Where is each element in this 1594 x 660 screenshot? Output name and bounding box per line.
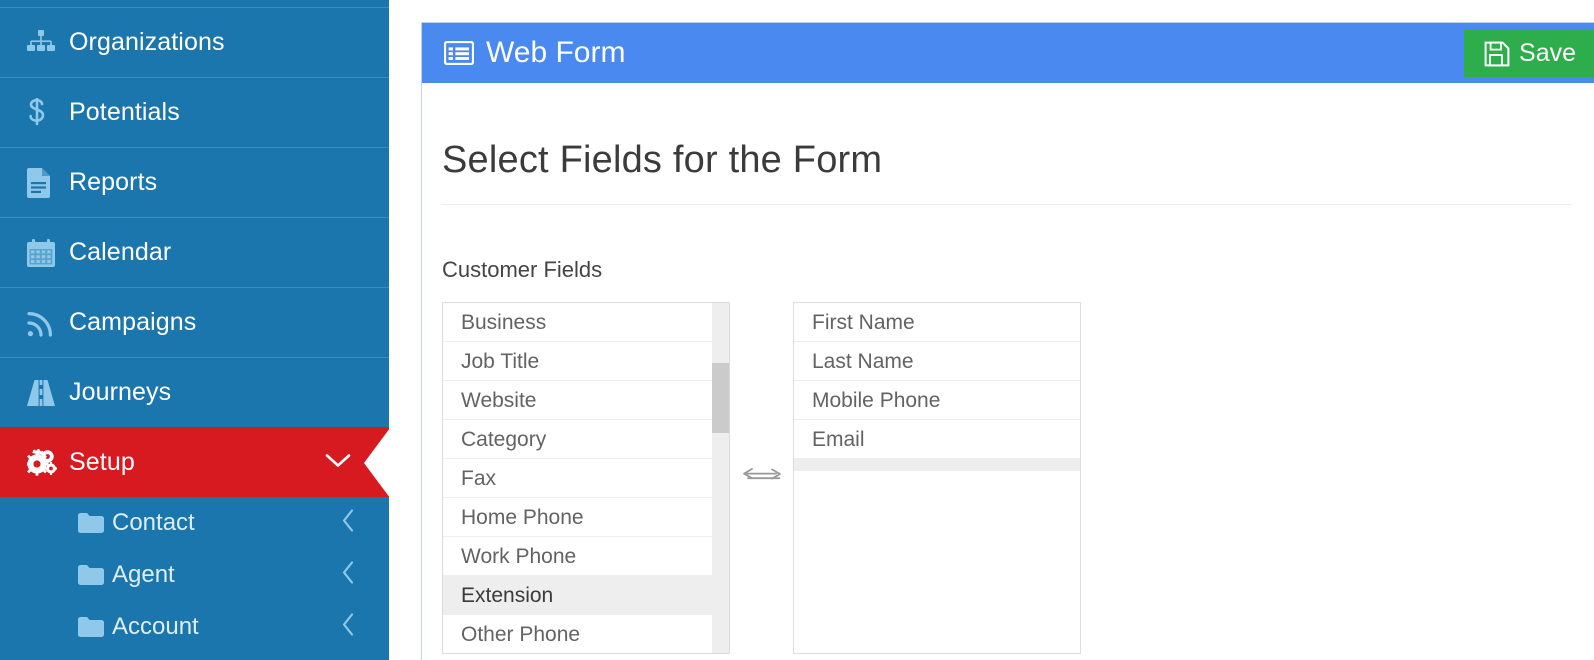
sidebar-item-journeys[interactable]: Journeys [0, 357, 389, 427]
selected-fields-listbox[interactable]: First Name Last Name Mobile Phone Email [793, 302, 1081, 654]
list-item[interactable]: Category [443, 420, 729, 459]
sidebar-item-calendar[interactable]: Calendar [0, 217, 389, 287]
active-indicator-notch [364, 428, 389, 498]
section-heading: Select Fields for the Form [442, 139, 883, 181]
sidebar-item-campaigns[interactable]: Campaigns [0, 287, 389, 357]
folder-icon [78, 565, 112, 585]
chevron-left-icon[interactable] [341, 509, 355, 538]
list-item[interactable]: Email [794, 420, 1080, 459]
calendar-icon [27, 238, 69, 267]
dollar-icon [27, 97, 69, 128]
chevron-left-icon[interactable] [341, 561, 355, 590]
swap-fields-button[interactable] [730, 302, 793, 654]
drop-placeholder [794, 459, 1080, 471]
sidebar-item-contact[interactable]: Contact [0, 497, 389, 549]
gears-icon [27, 448, 69, 477]
list-item[interactable]: Business [443, 303, 729, 342]
heading-divider [442, 204, 1572, 205]
sidebar-item-label: Journeys [69, 378, 172, 406]
sidebar-subitem-label: Account [112, 613, 199, 640]
sidebar: Organizations Potentials Reports Calenda… [0, 0, 389, 660]
selected-fields-rows: First Name Last Name Mobile Phone Email [794, 303, 1080, 653]
chevron-down-icon[interactable] [325, 452, 351, 473]
list-item[interactable]: Extension [443, 576, 729, 615]
save-button-label: Save [1519, 39, 1576, 67]
sidebar-item-setup[interactable]: Setup [0, 427, 389, 498]
content-panel: Web Form Save Select Fields for the Form… [421, 22, 1594, 660]
available-fields-rows: Business Job Title Website Category Fax Home … [443, 303, 729, 653]
save-button[interactable]: Save [1464, 30, 1594, 77]
dual-listbox: Business Job Title Website Category Fax Home … [442, 302, 1572, 654]
list-item[interactable]: Job Title [443, 342, 729, 381]
sidebar-item-label: Campaigns [69, 308, 197, 336]
panel-header: Web Form Save [422, 23, 1594, 83]
list-item[interactable]: Fax [443, 459, 729, 498]
rss-icon [27, 309, 69, 337]
chevron-left-icon[interactable] [341, 613, 355, 642]
sidebar-item-account[interactable]: Account [0, 601, 389, 653]
sidebar-subitem-label: Contact [112, 509, 195, 536]
sidebar-item-reports[interactable]: Reports [0, 147, 389, 217]
sidebar-item-agent[interactable]: Agent [0, 549, 389, 601]
road-icon [27, 379, 69, 406]
list-item[interactable]: Mobile Phone [794, 381, 1080, 420]
scrollbar-thumb[interactable] [712, 362, 729, 433]
list-item[interactable]: Last Name [794, 342, 1080, 381]
sidebar-subitem-label: Agent [112, 561, 175, 588]
sidebar-item-label: Organizations [69, 28, 225, 56]
page-title: Web Form [486, 36, 626, 69]
list-item[interactable]: Other Phone [443, 615, 729, 653]
sidebar-item-organizations[interactable]: Organizations [0, 7, 389, 77]
available-fields-listbox[interactable]: Business Job Title Website Category Fax Home … [442, 302, 730, 654]
sitemap-icon [27, 29, 69, 56]
list-item[interactable]: Work Phone [443, 537, 729, 576]
folder-icon [78, 617, 112, 637]
sidebar-item-label: Calendar [69, 238, 172, 266]
available-fields-scrollbar[interactable] [712, 303, 729, 653]
left-right-arrow-icon [740, 462, 784, 495]
file-text-icon [27, 167, 69, 198]
web-form-icon [444, 41, 474, 65]
list-item[interactable]: First Name [794, 303, 1080, 342]
floppy-disk-icon [1484, 41, 1510, 67]
sidebar-item-label: Potentials [69, 98, 180, 126]
list-item[interactable]: Home Phone [443, 498, 729, 537]
customer-fields-label: Customer Fields [442, 257, 603, 282]
list-item[interactable]: Website [443, 381, 729, 420]
panel-body: Select Fields for the Form Customer Fiel… [422, 139, 1594, 660]
folder-icon [78, 513, 112, 533]
sidebar-item-label: Reports [69, 168, 158, 196]
sidebar-item-potentials[interactable]: Potentials [0, 77, 389, 147]
sidebar-item-label: Setup [69, 448, 135, 476]
app-root: Organizations Potentials Reports Calenda… [0, 0, 1594, 660]
